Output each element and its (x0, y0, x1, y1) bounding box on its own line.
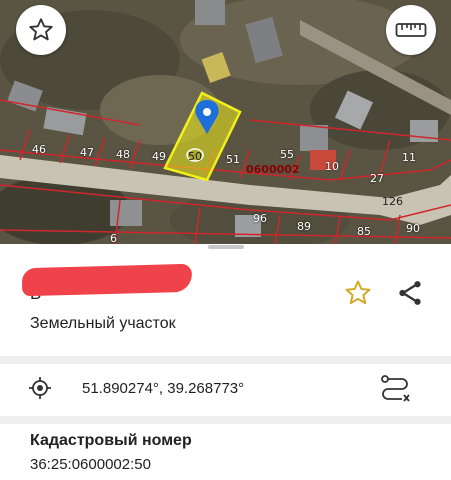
section-divider (0, 416, 451, 424)
share-button[interactable] (395, 278, 425, 308)
plot-number-label: 51 (226, 153, 240, 166)
share-icon (399, 281, 421, 305)
plot-number-label: 11 (402, 151, 416, 164)
ruler-icon (395, 23, 427, 37)
plot-number-label: 47 (80, 146, 94, 159)
coordinates-row[interactable]: 51.890274°, 39.268773° (0, 364, 451, 414)
plot-number-label: 55 (280, 148, 294, 161)
favorite-button[interactable] (343, 278, 373, 308)
star-outline-icon (29, 18, 53, 41)
listing-header: В (0, 258, 451, 308)
plot-number-label: 126 (382, 195, 403, 208)
star-icon (345, 280, 371, 305)
plot-number-label: 10 (325, 160, 339, 173)
cadastral-number-value: 36:25:0600002:50 (30, 456, 151, 473)
property-type: Земельный участок (30, 315, 176, 332)
plot-number-label: 49 (152, 150, 166, 163)
cadastral-number-label: Кадастровый номер (30, 432, 192, 449)
plot-number-label: 6 (110, 232, 117, 244)
plot-number-label: 96 (253, 212, 267, 225)
plot-number-label: 27 (370, 172, 384, 185)
plot-number-label: 46 (32, 143, 46, 156)
plot-number-label: 89 (297, 220, 311, 233)
section-divider (0, 356, 451, 364)
coordinates-text: 51.890274°, 39.268773° (82, 380, 245, 397)
map-measure-button[interactable] (386, 5, 436, 55)
map-favorite-button[interactable] (16, 5, 66, 55)
plot-number-label: 90 (406, 222, 420, 235)
bottom-sheet-handle[interactable] (208, 245, 244, 249)
quarter-code-label: 0600002 (246, 163, 300, 176)
map-view[interactable]: 46 47 48 49 50 51 55 10 11 27 126 96 89 … (0, 0, 451, 244)
plot-number-label: 85 (357, 225, 371, 238)
plot-number-label: 48 (116, 148, 130, 161)
crosshair-icon (29, 377, 51, 399)
redaction-mark (21, 263, 193, 297)
plot-number-label: 50 (188, 150, 202, 163)
route-icon[interactable] (378, 372, 412, 406)
